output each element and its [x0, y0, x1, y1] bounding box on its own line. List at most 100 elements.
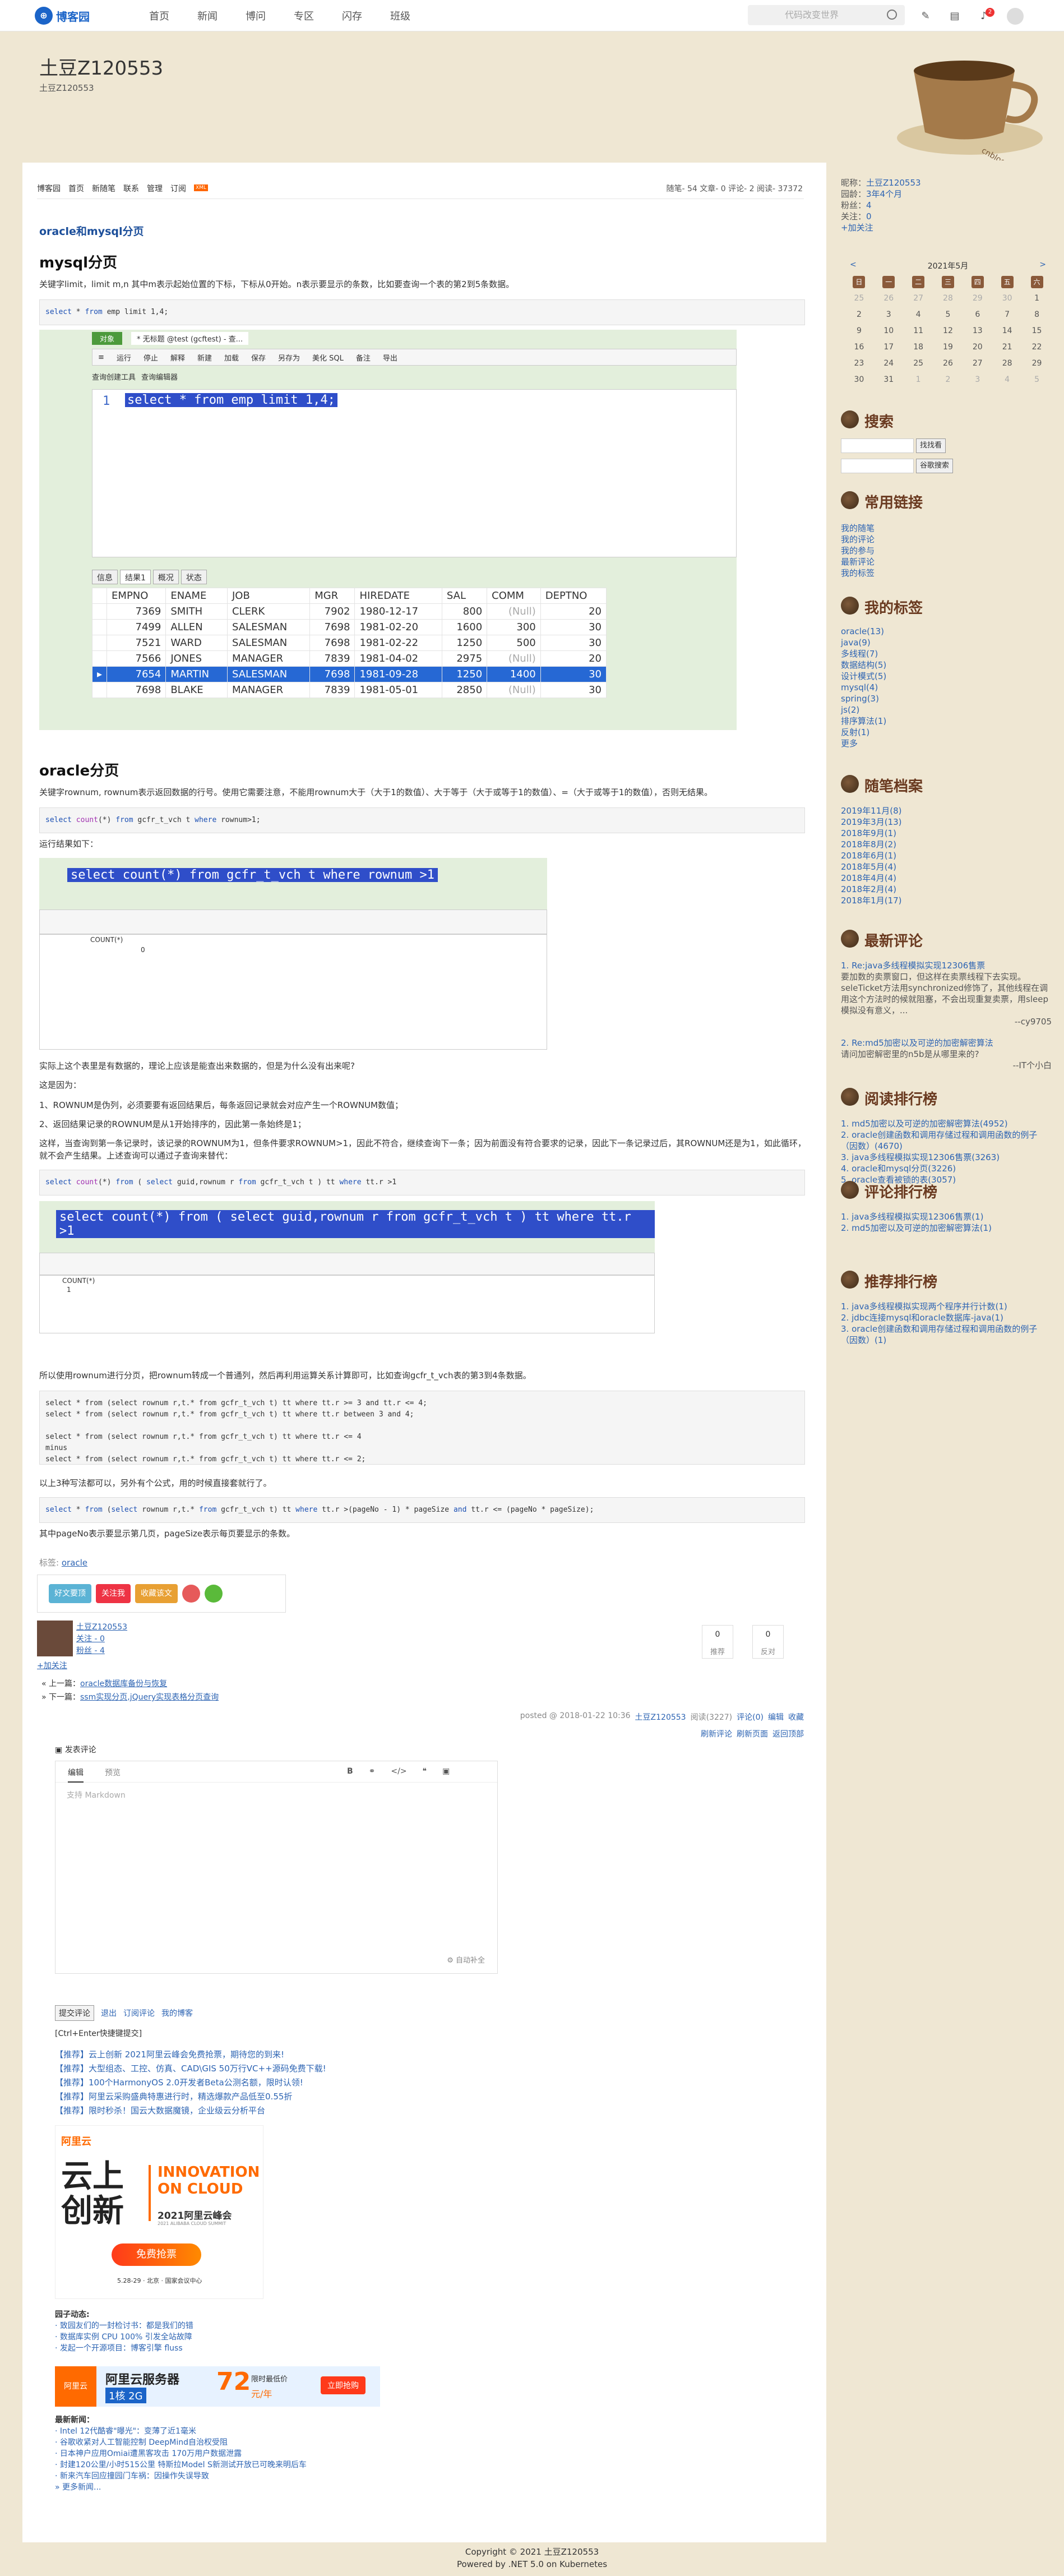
subscribe-comments-link[interactable]: 订阅评论	[123, 2007, 155, 2019]
blog-title[interactable]: 土豆Z120553	[39, 53, 163, 80]
user-avatar[interactable]	[1007, 8, 1024, 25]
calendar-day[interactable]: 6	[963, 306, 992, 322]
author-fans[interactable]: 粉丝 - 4	[76, 1646, 105, 1655]
ad-link[interactable]: 【推荐】100个HarmonyOS 2.0开发者Beta公测名额，限时认领!	[55, 2076, 326, 2090]
calendar-day[interactable]: 11	[904, 322, 933, 339]
image-icon[interactable]: ▣	[442, 1767, 450, 1776]
archive-link[interactable]: 2018年4月(4)	[841, 872, 902, 884]
comment-rank-link[interactable]: 2. md5加密以及可逆的加密解密算法(1)	[841, 1222, 1052, 1234]
news-link[interactable]: · 谷歌收紧对人工智能控制 DeepMind自治权受阻	[55, 2437, 307, 2448]
follow-button[interactable]: 关注我	[96, 1584, 131, 1603]
weibo-icon[interactable]	[182, 1585, 200, 1603]
tag-link[interactable]: 更多	[841, 738, 886, 749]
edit-icon[interactable]: ✎	[919, 10, 932, 22]
comment-textarea[interactable]: 支持 Markdown	[67, 1789, 126, 1801]
calendar-day[interactable]: 2	[844, 306, 874, 322]
calendar-next-button[interactable]: >	[1039, 260, 1046, 271]
archive-link[interactable]: 2018年6月(1)	[841, 850, 902, 861]
calendar-day[interactable]: 2	[933, 371, 963, 387]
tag-link[interactable]: 设计模式(5)	[841, 671, 886, 682]
quote-icon[interactable]: ❝	[423, 1767, 427, 1776]
calendar-day[interactable]: 30	[992, 290, 1022, 306]
edit-link[interactable]: 编辑	[768, 1711, 784, 1723]
calendar-day[interactable]: 27	[904, 290, 933, 306]
calendar-day[interactable]: 18	[904, 339, 933, 355]
calendar-day[interactable]: 30	[844, 371, 874, 387]
archive-link[interactable]: 2018年8月(2)	[841, 839, 902, 850]
prev-post-link[interactable]: oracle数据库备份与恢复	[80, 1679, 167, 1688]
nav-class[interactable]: 班级	[390, 8, 410, 23]
news-link[interactable]: · 新来汽车回应撞园门车祸：因操作失误导致	[55, 2471, 307, 2482]
calendar-day[interactable]: 19	[933, 339, 963, 355]
nav-zone[interactable]: 专区	[294, 8, 314, 23]
calendar-day[interactable]: 16	[844, 339, 874, 355]
tag-link[interactable]: 数据结构(5)	[841, 659, 886, 671]
reads-rank-link[interactable]: 3. java多线程模拟实现12306售票(3263)	[841, 1152, 1052, 1163]
garden-link[interactable]: · 数据库实例 CPU 100% 引发全站故障	[55, 2332, 193, 2343]
calendar-day[interactable]: 31	[874, 371, 904, 387]
promo-banner[interactable]: 阿里云 云上 创新 INNOVATION ON CLOUD 2021阿里云峰会 20…	[55, 2125, 263, 2299]
garden-link[interactable]: · 发起一个开源项目：博客引擎 fluss	[55, 2343, 193, 2354]
refresh-page-link[interactable]: 刷新页面	[737, 1728, 768, 1739]
recommend-rank-link[interactable]: 2. jdbc连接mysql和oracle数据库-java(1)	[841, 1312, 1052, 1323]
nav-news[interactable]: 新闻	[197, 8, 218, 23]
ad-link[interactable]: 【推荐】阿里云采购盛典特惠进行时，精选爆款产品低至0.55折	[55, 2090, 326, 2104]
rss-icon[interactable]: XML	[194, 184, 208, 191]
calendar-day[interactable]: 28	[933, 290, 963, 306]
next-post-link[interactable]: ssm实现分页,jQuery实现表格分页查询	[80, 1693, 219, 1702]
bell-icon[interactable]: ♪ 2	[978, 8, 994, 22]
calendar-day[interactable]: 3	[874, 306, 904, 322]
calendar-day[interactable]: 27	[963, 355, 992, 371]
calendar-day[interactable]: 4	[904, 306, 933, 322]
logout-link[interactable]: 退出	[101, 2007, 117, 2019]
calendar-day[interactable]: 26	[874, 290, 904, 306]
tab-edit[interactable]: 编辑	[68, 1767, 84, 1783]
sidebar-add-follow[interactable]: +加关注	[841, 222, 921, 233]
comment-rank-link[interactable]: 1. java多线程模拟实现12306售票(1)	[841, 1211, 1052, 1222]
calendar-day[interactable]: 23	[844, 355, 874, 371]
bold-icon[interactable]: B	[347, 1767, 353, 1776]
post-author[interactable]: 土豆Z120553	[635, 1711, 686, 1723]
tag-link[interactable]: spring(3)	[841, 693, 886, 704]
profile-follow[interactable]: 0	[866, 211, 872, 221]
document-icon[interactable]: ▤	[949, 10, 961, 22]
author-avatar[interactable]	[37, 1621, 73, 1656]
calendar-prev-button[interactable]: <	[850, 260, 857, 271]
google-search-input[interactable]	[841, 459, 914, 473]
calendar-day[interactable]: 7	[992, 306, 1022, 322]
collect-link[interactable]: 收藏	[788, 1711, 804, 1723]
tag-link[interactable]: 多线程(7)	[841, 648, 886, 659]
sidebar-search-input[interactable]	[841, 438, 914, 453]
recommend-rank-link[interactable]: 3. oracle创建函数和调用存储过程和调用函数的例子（因数）(1)	[841, 1323, 1052, 1346]
profile-age[interactable]: 3年4个月	[866, 189, 902, 199]
search-icon[interactable]	[887, 10, 897, 20]
tag-link[interactable]: 反射(1)	[841, 727, 886, 738]
reads-rank-link[interactable]: 4. oracle和mysql分页(3226)	[841, 1163, 1052, 1174]
comment-link[interactable]: 2. Re:md5加密以及可逆的加密解密算法	[841, 1037, 1052, 1049]
link-my-participation[interactable]: 我的参与	[841, 545, 875, 556]
back-to-top-link[interactable]: 返回顶部	[772, 1728, 804, 1739]
submit-comment-button[interactable]: 提交评论	[55, 2005, 94, 2021]
link-my-tags[interactable]: 我的标签	[841, 567, 875, 579]
refresh-comments-link[interactable]: 刷新评论	[701, 1728, 732, 1739]
calendar-day[interactable]: 1	[1022, 290, 1052, 306]
news-link[interactable]: · 日本神户应用Omiai遭黑客攻击 170万用户数据泄露	[55, 2448, 307, 2459]
post-comments[interactable]: 评论(0)	[737, 1711, 764, 1723]
archive-link[interactable]: 2018年9月(1)	[841, 828, 902, 839]
calendar-day[interactable]: 1	[904, 371, 933, 387]
reads-rank-link[interactable]: 1. md5加密以及可逆的加密解密算法(4952)	[841, 1118, 1052, 1129]
link-latest-comments[interactable]: 最新评论	[841, 556, 875, 567]
news-link[interactable]: · 封建120公里/小时515公里 特斯拉Model S新测试开放已可晚来明后车	[55, 2459, 307, 2471]
archive-link[interactable]: 2018年5月(4)	[841, 861, 902, 872]
nav-subscribe[interactable]: 订阅	[170, 183, 186, 194]
nav-cnblogs[interactable]: 博客园	[37, 183, 61, 194]
code-icon[interactable]: </>	[391, 1767, 406, 1776]
author-follow[interactable]: 关注 - 0	[76, 1635, 105, 1644]
calendar-day[interactable]: 5	[1022, 371, 1052, 387]
profile-nickname[interactable]: 土豆Z120553	[866, 178, 921, 188]
tag-link[interactable]: oracle	[62, 1558, 87, 1568]
calendar-day[interactable]: 14	[992, 322, 1022, 339]
calendar-day[interactable]: 24	[874, 355, 904, 371]
banner-buy-button[interactable]: 立即抢购	[321, 2376, 366, 2394]
profile-fans[interactable]: 4	[866, 200, 872, 210]
